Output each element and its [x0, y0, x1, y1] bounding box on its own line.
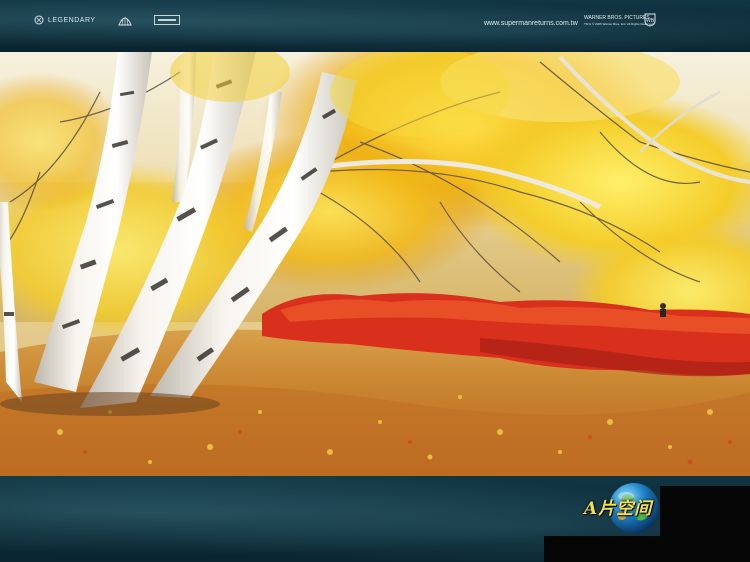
legendary-mark-icon [34, 15, 44, 25]
legendary-logo-text: LEGENDARY [48, 16, 96, 24]
watermark-text: A片空间 [584, 499, 653, 519]
warner-bros-line-2: TM & © 2006 Warner Bros. Ent. All Rights… [584, 22, 654, 26]
autumn-birch-photo [0, 52, 750, 476]
website-url: www.supermanreturns.com.tw [484, 20, 578, 27]
wallpaper: LEGENDARY www.supermanreturns.com.tw WAR… [0, 0, 750, 562]
site-watermark: A片空间 [580, 480, 680, 536]
legendary-logo: LEGENDARY [34, 15, 96, 25]
sponsor-logos: LEGENDARY [34, 14, 180, 26]
watermark-strip [544, 536, 750, 562]
studio-box-logo-icon [153, 15, 180, 25]
wb-shield-icon: WB [644, 13, 656, 27]
warner-bros-text: WARNER BROS. PICTURES TM & © 2006 Warner… [584, 15, 653, 27]
warner-bros-logo: WARNER BROS. PICTURES TM & © 2006 Warner… [584, 13, 656, 29]
svg-text:WB: WB [646, 18, 655, 24]
top-banner: LEGENDARY www.supermanreturns.com.tw WAR… [0, 0, 750, 52]
shell-logo-icon [117, 17, 132, 26]
